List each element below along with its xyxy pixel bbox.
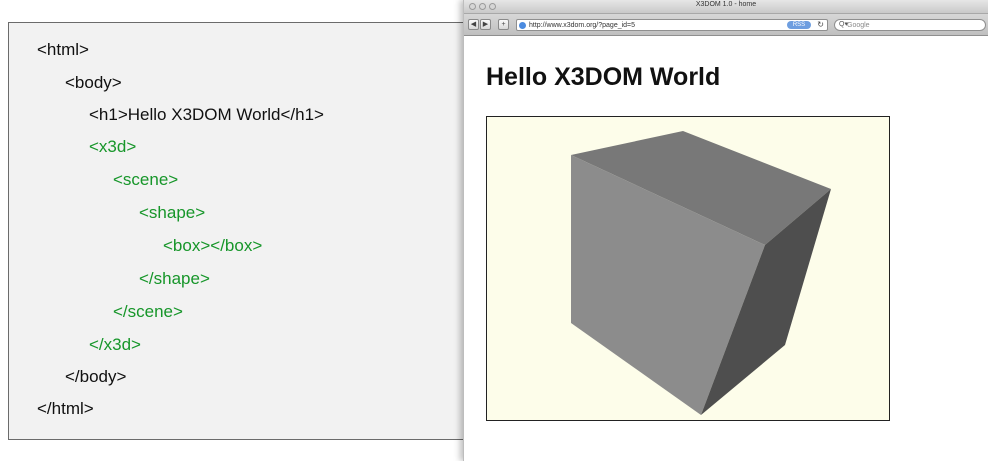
- browser-window: X3DOM 1.0 - home ◀ ▶ + http://www.x3dom.…: [463, 0, 988, 461]
- box-render: [571, 131, 831, 415]
- code-line: </shape>: [139, 269, 210, 288]
- globe-icon: [519, 22, 526, 29]
- forward-arrow-icon: ▶: [482, 21, 489, 28]
- back-arrow-icon: ◀: [470, 21, 477, 28]
- code-line: </body>: [65, 367, 127, 386]
- code-line: </scene>: [113, 302, 183, 321]
- code-line: </html>: [37, 399, 94, 418]
- browser-toolbar: ◀ ▶ + http://www.x3dom.org/?page_id=5 RS…: [464, 14, 988, 36]
- code-line: <box></box>: [163, 236, 263, 255]
- code-line: <shape>: [139, 203, 206, 222]
- code-line: <scene>: [113, 170, 179, 189]
- code-panel: <html> <body> <h1>Hello X3DOM World</h1>…: [8, 22, 478, 440]
- code-line: <html>: [37, 40, 89, 59]
- search-placeholder: Google: [847, 22, 870, 29]
- reload-icon[interactable]: ↻: [817, 20, 824, 29]
- url-text[interactable]: http://www.x3dom.org/?page_id=5: [529, 21, 635, 30]
- title-bar: X3DOM 1.0 - home: [464, 0, 988, 14]
- rss-badge[interactable]: RSS: [787, 21, 811, 29]
- address-bar[interactable]: http://www.x3dom.org/?page_id=5 RSS ↻: [516, 19, 828, 31]
- forward-button[interactable]: ▶: [480, 19, 491, 30]
- add-bookmark-button[interactable]: +: [498, 19, 509, 30]
- page-heading: Hello X3DOM World: [486, 63, 721, 91]
- window-title: X3DOM 1.0 - home: [695, 1, 757, 8]
- code-line: <h1>Hello X3DOM World</h1>: [89, 105, 324, 124]
- add-bookmark-icon: +: [501, 21, 506, 28]
- back-button[interactable]: ◀: [468, 19, 479, 30]
- search-field[interactable]: Q▾ Google: [834, 19, 986, 31]
- x3d-canvas[interactable]: [486, 116, 890, 421]
- code-line: <body>: [65, 73, 122, 92]
- code-line: </x3d>: [89, 335, 141, 354]
- code-line: <x3d>: [89, 137, 137, 156]
